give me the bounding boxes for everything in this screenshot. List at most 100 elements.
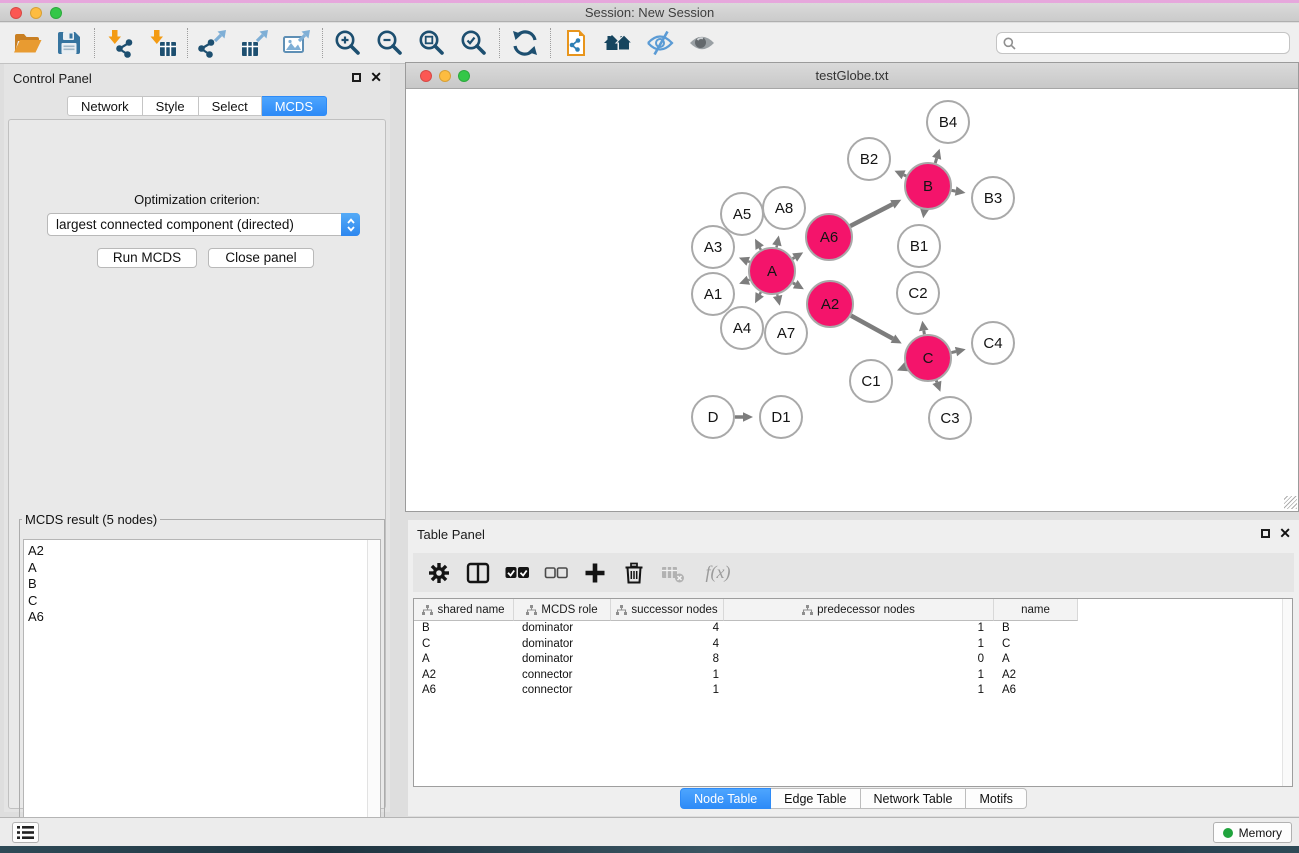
show-graphics-details-icon[interactable] (687, 28, 717, 58)
network-window-titlebar[interactable]: testGlobe.txt (406, 63, 1298, 89)
graph-edge-C-C3[interactable] (932, 381, 941, 392)
float-table-panel-icon[interactable] (1261, 529, 1270, 538)
graph-edge-B-B3[interactable] (952, 186, 966, 195)
column-header-name[interactable]: name (994, 599, 1078, 621)
table-row[interactable]: A2connector11A2 (414, 668, 1292, 684)
export-image-icon[interactable] (282, 28, 312, 58)
traffic-light-yellow[interactable] (30, 7, 42, 19)
export-table-icon[interactable] (240, 28, 270, 58)
split-panel-icon[interactable] (465, 560, 491, 586)
close-panel-icon[interactable]: ✕ (370, 71, 382, 83)
traffic-light-yellow[interactable] (439, 70, 451, 82)
graph-edge-A-A8[interactable] (772, 236, 781, 248)
graph-node-B1[interactable]: B1 (898, 225, 940, 267)
refresh-layout-icon[interactable] (510, 28, 540, 58)
mcds-result-item[interactable]: B (28, 576, 380, 593)
resize-grip[interactable] (1284, 496, 1297, 509)
graph-edge-A-A3[interactable] (739, 257, 750, 266)
open-session-icon[interactable] (12, 28, 42, 58)
tab-network[interactable]: Network (67, 96, 143, 116)
close-table-panel-icon[interactable]: ✕ (1279, 527, 1291, 539)
graph-node-D1[interactable]: D1 (760, 396, 802, 438)
graph-node-A3[interactable]: A3 (692, 226, 734, 268)
main-titlebar[interactable]: Session: New Session (0, 3, 1299, 22)
graph-node-C3[interactable]: C3 (929, 397, 971, 439)
graph-edge-A6-B[interactable] (850, 200, 901, 226)
traffic-light-red[interactable] (420, 70, 432, 82)
memory-button[interactable]: Memory (1213, 822, 1292, 843)
network-overview-icon[interactable] (603, 28, 633, 58)
tab-node-table[interactable]: Node Table (680, 788, 771, 809)
import-network-icon[interactable] (105, 28, 135, 58)
mcds-result-item[interactable]: A (28, 560, 380, 577)
column-header-successor-nodes[interactable]: successor nodes (611, 599, 724, 621)
graph-node-A8[interactable]: A8 (763, 187, 805, 229)
graph-node-B4[interactable]: B4 (927, 101, 969, 143)
graph-node-A2[interactable]: A2 (807, 281, 853, 327)
table-options-icon[interactable] (426, 560, 452, 586)
deselect-all-rows-icon[interactable] (543, 560, 569, 586)
graph-edge-A-A6[interactable] (792, 252, 803, 261)
duplicate-network-icon[interactable] (561, 28, 591, 58)
select-all-rows-icon[interactable] (504, 560, 530, 586)
graph-node-B3[interactable]: B3 (972, 177, 1014, 219)
graph-edge-A-A2[interactable] (793, 280, 804, 289)
graph-node-C4[interactable]: C4 (972, 322, 1014, 364)
mcds-result-item[interactable]: A6 (28, 609, 380, 626)
graph-node-C1[interactable]: C1 (850, 360, 892, 402)
graph-node-B[interactable]: B (905, 163, 951, 209)
table-row[interactable]: Adominator80A (414, 652, 1292, 668)
delete-table-icon[interactable] (660, 560, 686, 586)
graph-edge-A-A4[interactable] (755, 292, 764, 303)
graph-edge-B-B4[interactable] (932, 149, 941, 163)
graph-edge-A-A7[interactable] (773, 294, 782, 305)
hide-graphics-details-icon[interactable] (645, 28, 675, 58)
graph-node-A1[interactable]: A1 (692, 273, 734, 315)
table-row[interactable]: Bdominator41B (414, 621, 1292, 637)
graph-edge-A-A5[interactable] (755, 239, 764, 250)
zoom-fit-icon[interactable] (417, 28, 447, 58)
apply-function-icon[interactable]: f(x) (699, 560, 737, 586)
graph-node-A4[interactable]: A4 (721, 307, 763, 349)
table-row[interactable]: A6connector11A6 (414, 683, 1292, 699)
mcds-result-item[interactable]: C (28, 593, 380, 610)
traffic-light-red[interactable] (10, 7, 22, 19)
result-scrollbar[interactable] (367, 540, 380, 852)
graph-node-C2[interactable]: C2 (897, 272, 939, 314)
graph-edge-C-C2[interactable] (919, 321, 929, 335)
export-network-icon[interactable] (198, 28, 228, 58)
zoom-out-icon[interactable] (375, 28, 405, 58)
search-input[interactable] (1020, 35, 1283, 51)
graph-edge-B-B2[interactable] (895, 170, 907, 179)
graph-edge-C-C4[interactable] (951, 347, 965, 356)
import-table-icon[interactable] (147, 28, 177, 58)
graph-node-B2[interactable]: B2 (848, 138, 890, 180)
graph-node-A7[interactable]: A7 (765, 312, 807, 354)
column-header-shared-name[interactable]: shared name (414, 599, 514, 621)
graph-edge-A2-C[interactable] (851, 316, 902, 344)
graph-node-A6[interactable]: A6 (806, 214, 852, 260)
float-panel-icon[interactable] (352, 73, 361, 82)
graph-node-A[interactable]: A (749, 248, 795, 294)
save-session-icon[interactable] (54, 28, 84, 58)
graph-edge-A-A1[interactable] (739, 276, 750, 285)
delete-columns-icon[interactable] (621, 560, 647, 586)
graph-node-A5[interactable]: A5 (721, 193, 763, 235)
graph-edge-D-D1[interactable] (735, 412, 753, 422)
column-header-MCDS-role[interactable]: MCDS role (514, 599, 611, 621)
tab-mcds[interactable]: MCDS (262, 96, 327, 116)
tab-network-table[interactable]: Network Table (861, 788, 967, 809)
traffic-light-green[interactable] (50, 7, 62, 19)
run-mcds-button[interactable]: Run MCDS (97, 248, 197, 268)
tab-select[interactable]: Select (199, 96, 262, 116)
graph-node-C[interactable]: C (905, 335, 951, 381)
graph-node-D[interactable]: D (692, 396, 734, 438)
tab-motifs[interactable]: Motifs (966, 788, 1026, 809)
traffic-light-green[interactable] (458, 70, 470, 82)
search-field[interactable] (996, 32, 1290, 54)
task-history-button[interactable] (12, 822, 39, 843)
tab-edge-table[interactable]: Edge Table (771, 788, 860, 809)
network-canvas[interactable]: B4 B2 B B3 B1 C2 A5A8A6 A3 A A1A4A7A2 C C1 C4C3 D D1 (406, 89, 1298, 510)
add-column-icon[interactable] (582, 560, 608, 586)
table-row[interactable]: Cdominator41C (414, 637, 1292, 653)
